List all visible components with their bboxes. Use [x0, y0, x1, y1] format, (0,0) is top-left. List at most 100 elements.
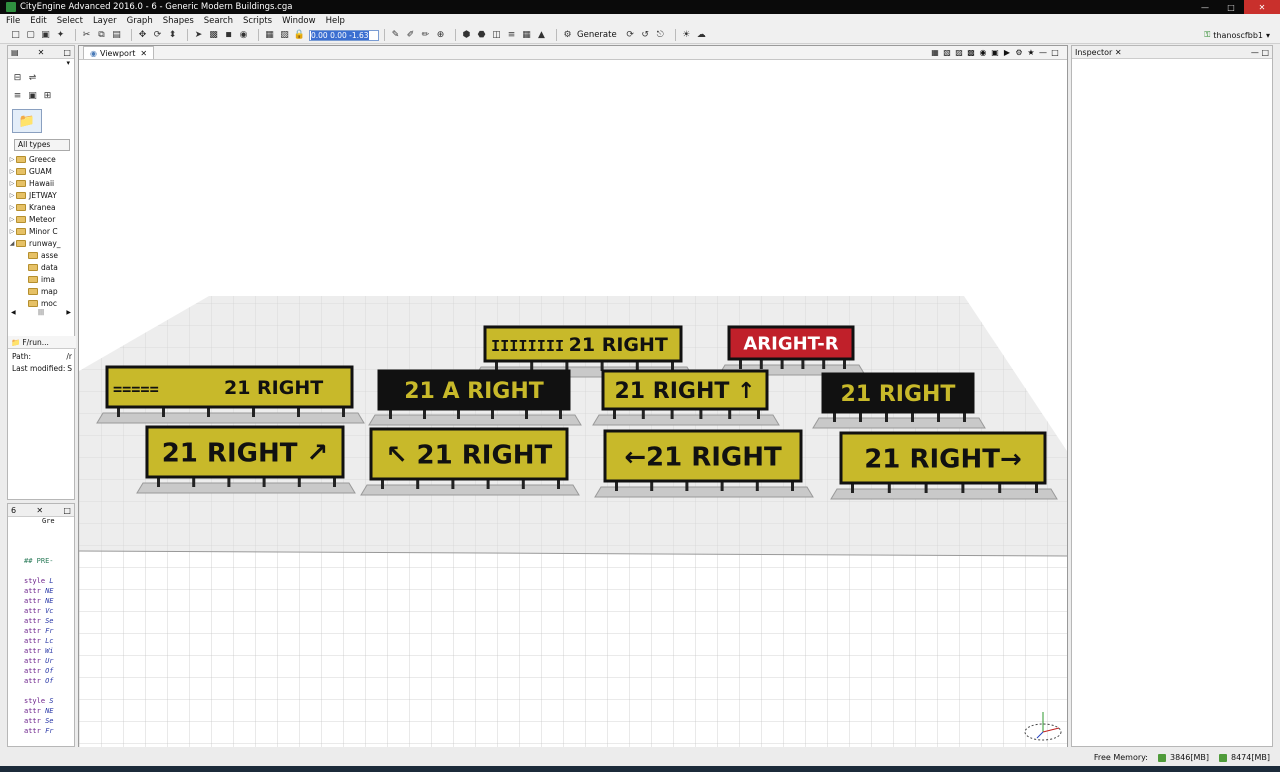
code-lines[interactable]: ## PRE-style Lattr NE attr NE attr Vc attr …	[8, 527, 74, 737]
save-icon[interactable]: ▣	[40, 30, 51, 41]
grow-streets-icon[interactable]: ⊕	[435, 30, 446, 41]
bookmarks-icon[interactable]: ▣	[989, 47, 1001, 58]
expand-arrow-icon[interactable]: ▷	[8, 168, 16, 175]
runway-sign[interactable]: 21 A RIGHT	[368, 369, 582, 426]
expand-arrow-icon[interactable]: ▷	[8, 156, 16, 163]
polygon-street-icon[interactable]: ✎	[390, 30, 401, 41]
zoom-icon[interactable]: ◉	[238, 30, 249, 41]
cube-icon[interactable]: ▨	[279, 30, 290, 41]
expand-arrow-icon[interactable]: ▷	[8, 180, 16, 187]
thumbnail-view-icon[interactable]: ▣	[27, 91, 38, 102]
close-button[interactable]: ✕	[1244, 0, 1280, 14]
collapse-all-icon[interactable]: ⊟	[12, 73, 23, 84]
terrain-icon[interactable]: ▲	[536, 30, 547, 41]
menu-shapes[interactable]: Shapes	[163, 16, 194, 26]
3d-scene[interactable]: 21 RIGHTIIIIIIII ARIGHT-R21 RIGHT===== 21 …	[79, 61, 1067, 747]
lock-icon[interactable]: 🔒	[294, 30, 305, 41]
runway-sign[interactable]: 21 RIGHT ↗	[136, 425, 356, 494]
details-view-icon[interactable]: ⊞	[42, 91, 53, 102]
expand-arrow-icon[interactable]: ▷	[8, 192, 16, 199]
cut-icon[interactable]: ✂	[81, 30, 92, 41]
cleanup-icon[interactable]: ⎋	[655, 30, 666, 41]
camera-icon[interactable]: ◉	[977, 47, 989, 58]
minimize-button[interactable]: —	[1192, 0, 1218, 14]
maximize-icon[interactable]: □	[63, 48, 71, 57]
new-file-icon[interactable]: □	[10, 30, 21, 41]
move-icon[interactable]: ✥	[137, 30, 148, 41]
tree-item[interactable]: map	[8, 285, 74, 297]
runway-sign[interactable]: 21 RIGHT =====	[96, 365, 365, 424]
shadows-icon[interactable]: ▩	[965, 47, 977, 58]
settings-icon[interactable]: ⚙	[1013, 47, 1025, 58]
star-icon[interactable]: ★	[1025, 47, 1037, 58]
tree-item[interactable]: moc	[8, 297, 74, 309]
reset-icon[interactable]: ↺	[640, 30, 651, 41]
shape-edit-icon[interactable]: ⬣	[476, 30, 487, 41]
inspector-tab[interactable]: Inspector ✕	[1075, 48, 1122, 57]
rotate-icon[interactable]: ⟳	[152, 30, 163, 41]
subdivide-icon[interactable]: ◫	[491, 30, 502, 41]
close-icon[interactable]: ✕	[140, 49, 147, 58]
menu-scripts[interactable]: Scripts	[243, 16, 272, 26]
tree-item[interactable]: ▷ GUAM	[8, 165, 74, 177]
street-cleanup-icon[interactable]: ✏	[420, 30, 431, 41]
expand-arrow-icon[interactable]: ▷	[8, 216, 16, 223]
menu-graph[interactable]: Graph	[127, 16, 153, 26]
grid-icon[interactable]: ▦	[521, 30, 532, 41]
menu-help[interactable]: Help	[326, 16, 345, 26]
list-view-icon[interactable]: ≡	[12, 91, 23, 102]
runway-sign[interactable]: 21 RIGHT→	[830, 431, 1058, 500]
zoom-extents-icon[interactable]: ◾	[223, 30, 234, 41]
coordinate-input[interactable]: 0.00 0.00 -1.63	[309, 29, 379, 41]
type-filter-select[interactable]: All types	[14, 139, 70, 151]
maximize-icon[interactable]: □	[1049, 47, 1061, 58]
viewport-tab[interactable]: ◉ Viewport ✕	[83, 46, 155, 59]
editor-first-line[interactable]: Gre	[8, 517, 74, 527]
snap-icon[interactable]: ▦	[264, 30, 275, 41]
copy-icon[interactable]: ⧉	[96, 30, 107, 41]
menu-layer[interactable]: Layer	[93, 16, 117, 26]
menu-window[interactable]: Window	[282, 16, 316, 26]
maximize-button[interactable]: □	[1218, 0, 1244, 14]
frame-icon[interactable]: ▩	[208, 30, 219, 41]
view-menu-icon[interactable]: ▾	[8, 59, 74, 69]
tree-item[interactable]: ▷ Meteor	[8, 213, 74, 225]
editor-tab[interactable]: 6	[11, 506, 16, 515]
expand-arrow-icon[interactable]: ▷	[8, 228, 16, 235]
scale-icon[interactable]: ⬍	[167, 30, 178, 41]
generate-button[interactable]: Generate	[577, 30, 617, 40]
shaded-icon[interactable]: ▧	[941, 47, 953, 58]
paste-icon[interactable]: ▤	[111, 30, 122, 41]
video-icon[interactable]: ▶	[1001, 47, 1013, 58]
menu-select[interactable]: Select	[57, 16, 83, 26]
menu-file[interactable]: File	[6, 16, 20, 26]
tree-item[interactable]: ▷ Hawaii	[8, 177, 74, 189]
generate-icon[interactable]: ⚙	[562, 30, 573, 41]
menu-search[interactable]: Search	[204, 16, 233, 26]
properties-tab[interactable]: 📁 F/run...	[8, 336, 76, 349]
menu-edit[interactable]: Edit	[30, 16, 46, 26]
runway-sign[interactable]: ↖ 21 RIGHT	[360, 427, 580, 496]
navigator-tab-icon[interactable]: ▤	[11, 48, 19, 57]
tree-item[interactable]: ▷ Minor C	[8, 225, 74, 237]
tree-item[interactable]: asse	[8, 249, 74, 261]
user-account[interactable]: ⚿ thanoscfbb1 ▾	[1204, 30, 1270, 40]
tree-item[interactable]: data	[8, 261, 74, 273]
maximize-icon[interactable]: □	[1261, 48, 1269, 57]
tree-item[interactable]: ▷ JETWAY	[8, 189, 74, 201]
link-editor-icon[interactable]: ⇌	[27, 73, 38, 84]
open-folder-icon[interactable]: ▢	[25, 30, 36, 41]
shape-icon[interactable]: ⬢	[461, 30, 472, 41]
close-icon[interactable]: ✕	[1115, 48, 1122, 57]
align-icon[interactable]: ≡	[506, 30, 517, 41]
runway-sign[interactable]: ←21 RIGHT	[594, 429, 814, 498]
close-icon[interactable]: ✕	[38, 48, 45, 57]
minimize-icon[interactable]: —	[1037, 47, 1049, 58]
close-icon[interactable]: ✕	[36, 506, 43, 515]
tree-item[interactable]: ima	[8, 273, 74, 285]
maximize-icon[interactable]: □	[63, 506, 71, 515]
expand-arrow-icon[interactable]: ▷	[8, 204, 16, 211]
runway-sign[interactable]: 21 RIGHT ↑	[592, 369, 780, 426]
freehand-street-icon[interactable]: ✐	[405, 30, 416, 41]
tree-scrollbar[interactable]: ◀ ||| ▶	[8, 309, 74, 318]
